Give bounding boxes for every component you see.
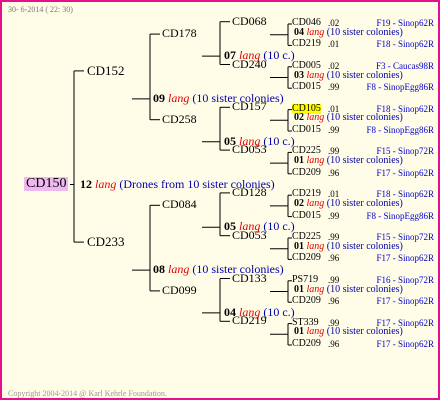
gen2-summary: 05 lang (10 c.) (224, 220, 295, 232)
gen3-lang: lang (306, 26, 325, 38)
gen2-count: 04 (224, 304, 239, 319)
gen3-count: 01 (294, 326, 307, 338)
gen3-count: 04 (294, 26, 307, 38)
gen3-note: (10 sister colonies) (324, 155, 403, 167)
gen2-note: (10 c.) (260, 133, 295, 148)
leaf-name: CD209 (292, 166, 321, 178)
gen2-lang: lang (239, 48, 261, 63)
leaf-name: CD015 (292, 124, 321, 135)
leaf-info: F17 - Sinop62R (376, 296, 434, 307)
leaf-info: F18 - Sinop62R (376, 39, 434, 50)
leaf-info: F8 - SinopEgg86R (366, 125, 434, 135)
gen2-lang: lang (239, 219, 261, 234)
gen3-note: (10 sister colonies) (324, 69, 403, 81)
leaf-name: CD015 (292, 209, 321, 221)
gen3-note: (10 sister colonies) (324, 26, 403, 38)
gen3-summary: 02 lang (10 sister colonies) (294, 113, 403, 123)
root-lang: lang (95, 176, 117, 191)
leaf-name: CD209 (292, 338, 321, 349)
leaf-info: F17 - Sinop62R (376, 253, 434, 264)
gen1-lang: lang (168, 90, 190, 105)
gen2-lang: lang (239, 133, 261, 148)
gen2-summary: 05 lang (10 c.) (224, 135, 295, 147)
gen3-summary: 01 lang (10 sister colonies) (294, 240, 403, 252)
gen3-node: CD068 (232, 13, 267, 28)
copyright-footer: Copyright 2004-2014 @ Karl Kehrle Founda… (8, 389, 167, 398)
gen3-count: 03 (294, 69, 307, 81)
gen3-count: 02 (294, 112, 307, 124)
gen2-note: (10 c.) (260, 304, 295, 319)
gen3-lang: lang (306, 197, 325, 209)
gen2-count: 05 (224, 219, 239, 234)
gen2-count: 07 (224, 48, 239, 63)
gen3-summary: 01 lang (10 sister colonies) (294, 283, 403, 295)
gen3-summary: 02 lang (10 sister colonies) (294, 197, 403, 209)
root-node: CD150 (24, 175, 69, 191)
gen3-lang: lang (306, 155, 325, 167)
gen1-node: CD152 (87, 62, 125, 78)
gen2-note: (10 c.) (260, 219, 295, 234)
gen1-summary: 09 lang (10 sister colonies) (153, 92, 284, 104)
gen3-count: 02 (294, 197, 307, 209)
root-note: (Drones from 10 sister colonies) (116, 176, 275, 191)
gen3-count: 01 (294, 283, 307, 295)
root-count: 12 (80, 176, 95, 191)
gen3-summary: 04 lang (10 sister colonies) (294, 26, 403, 38)
leaf-name: CD219 (292, 38, 321, 50)
gen1-node: CD233 (87, 234, 125, 250)
gen3-lang: lang (306, 283, 325, 295)
gen3-count: 01 (294, 240, 307, 252)
leaf-info: F8 - SinopEgg86R (366, 210, 434, 221)
gen1-summary: 08 lang (10 sister colonies) (153, 263, 284, 275)
gen2-lang: lang (239, 304, 261, 319)
gen2-node: CD258 (162, 111, 197, 126)
gen2-summary: 04 lang (10 c.) (224, 306, 295, 318)
gen3-note: (10 sister colonies) (324, 326, 403, 338)
leaf-name: CD209 (292, 252, 321, 264)
gen1-note: (10 sister colonies) (189, 262, 284, 277)
gen3-note: (10 sister colonies) (324, 283, 403, 295)
gen3-summary: 01 lang (10 sister colonies) (294, 327, 403, 337)
pedigree-frame: 30- 6-2014 ( 22: 30) Copyright 2004-2014… (0, 0, 440, 400)
gen1-lang: lang (168, 262, 190, 277)
timestamp-header: 30- 6-2014 ( 22: 30) (8, 5, 73, 14)
gen2-node: CD084 (162, 197, 197, 212)
gen3-lang: lang (306, 69, 325, 81)
gen3-summary: 01 lang (10 sister colonies) (294, 156, 403, 166)
gen1-count: 08 (153, 262, 168, 277)
leaf-info: F17 - Sinop62R (376, 339, 434, 349)
gen3-summary: 03 lang (10 sister colonies) (294, 69, 403, 81)
gen2-summary: 07 lang (10 c.) (224, 49, 295, 61)
leaf-info: F8 - SinopEgg86R (366, 82, 434, 93)
gen1-count: 09 (153, 90, 168, 105)
gen3-note: (10 sister colonies) (324, 240, 403, 252)
gen3-note: (10 sister colonies) (324, 197, 403, 209)
gen2-node: CD178 (162, 26, 197, 41)
gen3-lang: lang (306, 240, 325, 252)
gen1-note: (10 sister colonies) (189, 90, 284, 105)
gen3-lang: lang (306, 112, 325, 124)
leaf-name: CD209 (292, 295, 321, 307)
leaf-name: CD015 (292, 81, 321, 93)
leaf-info: F17 - Sinop62R (376, 167, 434, 178)
gen2-node: CD099 (162, 282, 197, 297)
gen3-lang: lang (306, 326, 325, 338)
gen3-count: 01 (294, 155, 307, 167)
gen3-note: (10 sister colonies) (324, 112, 403, 124)
root-summary: 12 lang (Drones from 10 sister colonies) (80, 178, 275, 190)
gen2-note: (10 c.) (260, 48, 295, 63)
gen2-count: 05 (224, 133, 239, 148)
